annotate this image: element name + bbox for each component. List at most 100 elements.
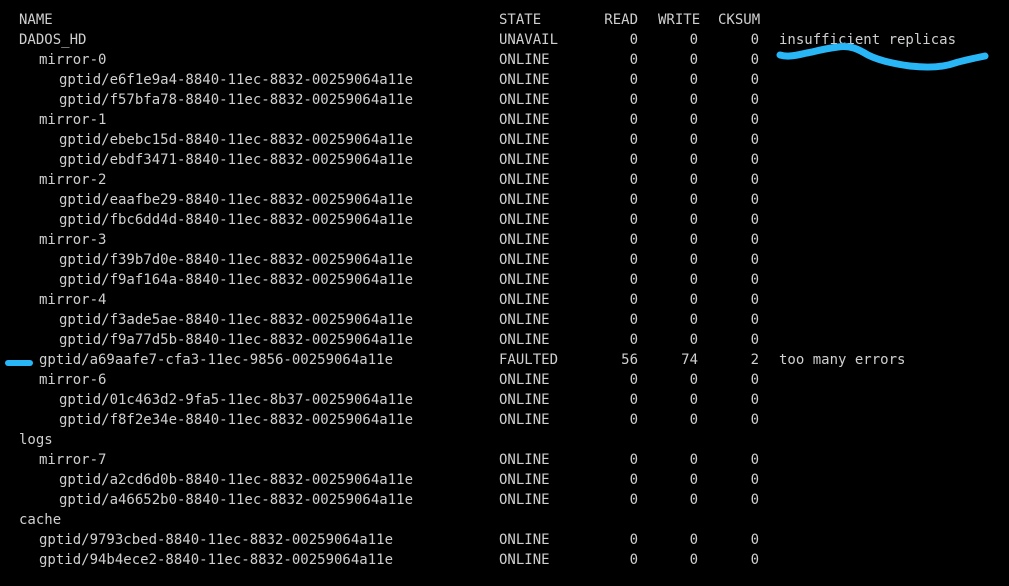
row-name: mirror-1 (39, 112, 107, 128)
row-name: mirror-0 (39, 52, 107, 68)
row-cksum: 0 (750, 372, 759, 388)
row-read: 0 (629, 372, 638, 388)
row-write: 0 (689, 412, 698, 428)
row-name: mirror-6 (39, 372, 107, 388)
row-read: 0 (629, 232, 638, 248)
row-read: 0 (629, 92, 638, 108)
row-read: 0 (629, 412, 638, 428)
row-read: 0 (629, 292, 638, 308)
row-write: 0 (689, 272, 698, 288)
row-read: 0 (629, 52, 638, 68)
row-read: 0 (629, 272, 638, 288)
row-cksum: 0 (750, 532, 759, 548)
row-name: gptid/eaafbe29-8840-11ec-8832-00259064a1… (59, 192, 414, 208)
row-cksum: 0 (750, 272, 759, 288)
row-name: gptid/9793cbed-8840-11ec-8832-00259064a1… (39, 532, 394, 548)
row-name: gptid/f8f2e34e-8840-11ec-8832-00259064a1… (59, 412, 414, 428)
row-state: ONLINE (499, 552, 550, 568)
row-read: 0 (629, 452, 638, 468)
column-header-state: STATE (499, 12, 542, 28)
row-name: gptid/a46652b0-8840-11ec-8832-00259064a1… (59, 492, 414, 508)
row-name: gptid/01c463d2-9fa5-11ec-8b37-00259064a1… (59, 392, 414, 408)
row-name: gptid/94b4ece2-8840-11ec-8832-00259064a1… (39, 552, 394, 568)
row-name: mirror-2 (39, 172, 107, 188)
row-name: gptid/ebdf3471-8840-11ec-8832-00259064a1… (59, 152, 414, 168)
row-cksum: 0 (750, 152, 759, 168)
row-state: ONLINE (499, 332, 550, 348)
row-cksum: 0 (750, 72, 759, 88)
row-cksum: 0 (750, 192, 759, 208)
row-write: 0 (689, 192, 698, 208)
row-read: 0 (629, 492, 638, 508)
row-state: ONLINE (499, 292, 550, 308)
row-write: 0 (689, 92, 698, 108)
row-read: 0 (629, 112, 638, 128)
row-state: ONLINE (499, 92, 550, 108)
row-cksum: 0 (750, 92, 759, 108)
row-read: 0 (629, 552, 638, 568)
row-write: 0 (689, 452, 698, 468)
row-name: gptid/e6f1e9a4-8840-11ec-8832-00259064a1… (59, 72, 414, 88)
row-read: 0 (629, 312, 638, 328)
row-state: ONLINE (499, 412, 550, 428)
row-name: gptid/ebebc15d-8840-11ec-8832-00259064a1… (59, 132, 414, 148)
row-read: 0 (629, 152, 638, 168)
row-write: 0 (689, 212, 698, 228)
row-cksum: 0 (750, 312, 759, 328)
header-row: NAME STATE READ WRITE CKSUM (0, 10, 760, 30)
column-header-name: NAME (19, 12, 53, 28)
row-read: 0 (629, 192, 638, 208)
row-name: gptid/f9a77d5b-8840-11ec-8832-00259064a1… (59, 332, 414, 348)
row-write: 0 (689, 552, 698, 568)
row-name: gptid/fbc6dd4d-8840-11ec-8832-00259064a1… (59, 212, 414, 228)
row-state: ONLINE (499, 452, 550, 468)
row-read: 56 (621, 352, 638, 368)
row-name: gptid/a69aafe7-cfa3-11ec-9856-00259064a1… (39, 352, 394, 368)
row-cksum: 0 (750, 552, 759, 568)
row-state: ONLINE (499, 212, 550, 228)
row-state: ONLINE (499, 392, 550, 408)
row-cksum: 2 (750, 352, 759, 368)
row-write: 0 (689, 52, 698, 68)
column-header-read: READ (604, 12, 638, 28)
row-read: 0 (629, 32, 638, 48)
row-state: ONLINE (499, 312, 550, 328)
row-cksum: 0 (750, 492, 759, 508)
row-cksum: 0 (750, 112, 759, 128)
row-read: 0 (629, 172, 638, 188)
row-state: UNAVAIL (499, 32, 559, 48)
row-cksum: 0 (750, 412, 759, 428)
row-read: 0 (629, 132, 638, 148)
row-read: 0 (629, 392, 638, 408)
row-message: insufficient replicas (779, 32, 957, 48)
row-cksum: 0 (750, 132, 759, 148)
row-write: 0 (689, 32, 698, 48)
row-message: too many errors (779, 352, 906, 368)
row-name: gptid/f57bfa78-8840-11ec-8832-00259064a1… (59, 92, 414, 108)
row-write: 0 (689, 72, 698, 88)
row-read: 0 (629, 252, 638, 268)
row-write: 74 (681, 352, 698, 368)
row-cksum: 0 (750, 392, 759, 408)
row-state: ONLINE (499, 112, 550, 128)
row-cksum: 0 (750, 212, 759, 228)
row-state: ONLINE (499, 192, 550, 208)
terminal-window: NAME STATE READ WRITE CKSUM DADOS_HD UNAV… (0, 0, 1009, 586)
row-cksum: 0 (750, 172, 759, 188)
row-write: 0 (689, 292, 698, 308)
row-state: ONLINE (499, 372, 550, 388)
row-state: ONLINE (499, 152, 550, 168)
row-state: FAULTED (499, 352, 559, 368)
row-state: ONLINE (499, 472, 550, 488)
row-write: 0 (689, 532, 698, 548)
row-name: gptid/f9af164a-8840-11ec-8832-00259064a1… (59, 272, 414, 288)
row-write: 0 (689, 392, 698, 408)
row-cksum: 0 (750, 452, 759, 468)
row-name: logs (19, 432, 53, 448)
row-write: 0 (689, 312, 698, 328)
row-cksum: 0 (750, 52, 759, 68)
row-write: 0 (689, 172, 698, 188)
row-cksum: 0 (750, 252, 759, 268)
row-write: 0 (689, 252, 698, 268)
row-state: ONLINE (499, 252, 550, 268)
